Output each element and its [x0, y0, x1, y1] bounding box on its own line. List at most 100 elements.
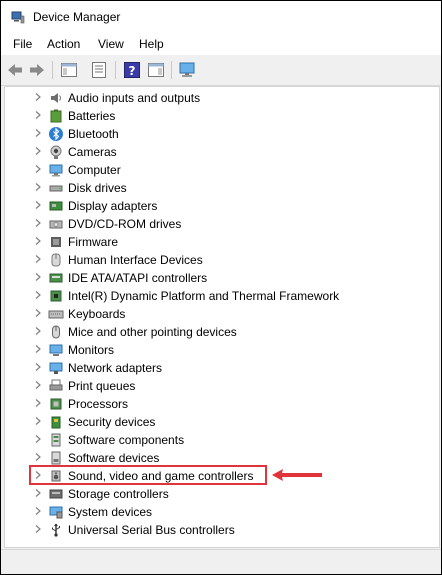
tree-item[interactable]: Processors [5, 395, 435, 413]
chevron-right-icon[interactable] [32, 522, 44, 536]
tree-item[interactable]: Keyboards [5, 305, 435, 323]
tree-item[interactable]: Computer [5, 161, 435, 179]
network-adapter-icon [49, 362, 63, 374]
toolbar-separator [115, 61, 116, 79]
firmware-icon [51, 237, 61, 247]
mouse-icon [52, 325, 60, 339]
device-manager-icon [11, 11, 25, 24]
tree-item[interactable]: Mice and other pointing devices [5, 323, 435, 341]
chevron-right-icon[interactable] [32, 90, 44, 104]
tree-item[interactable]: Human Interface Devices [5, 251, 435, 269]
chevron-right-icon[interactable] [32, 234, 44, 248]
thermal-framework-icon [50, 290, 62, 302]
speaker-icon [51, 93, 61, 103]
device-tree[interactable]: Universal Serial Bus controllers System d… [4, 86, 440, 548]
dvd-drive-icon [49, 220, 63, 229]
tree-item[interactable]: System devices [5, 503, 435, 521]
annotation-arrow-icon [272, 469, 322, 481]
menu-action[interactable]: Action [45, 37, 82, 51]
tree-item[interactable]: Software components [5, 431, 435, 449]
tree-item-label: Display adapters [68, 199, 158, 213]
tree-item[interactable]: Disk drives [5, 179, 435, 197]
back-icon[interactable] [5, 60, 25, 80]
chevron-right-icon[interactable] [32, 396, 44, 410]
forward-icon[interactable] [27, 60, 47, 80]
tree-item[interactable]: IDE ATA/ATAPI controllers [5, 269, 435, 287]
toolbar-separator [171, 61, 172, 79]
computer-icon [49, 164, 63, 177]
tree-item-label: System devices [68, 505, 153, 519]
chevron-right-icon[interactable] [32, 486, 44, 500]
chevron-right-icon[interactable] [32, 342, 44, 356]
svg-text:?: ? [129, 64, 136, 78]
tree-item-label: Disk drives [68, 181, 127, 195]
chevron-right-icon[interactable] [32, 198, 44, 212]
tree-item[interactable]: Network adapters [5, 359, 435, 377]
processor-icon [50, 398, 62, 410]
menu-view[interactable]: View [96, 37, 126, 51]
chevron-right-icon[interactable] [32, 432, 44, 446]
chevron-right-icon[interactable] [32, 144, 44, 158]
action-pane-icon[interactable] [146, 60, 166, 80]
ide-controller-icon [49, 273, 63, 283]
chevron-right-icon[interactable] [32, 324, 44, 338]
tree-item[interactable]: Audio inputs and outputs [5, 89, 435, 107]
printer-icon [49, 379, 63, 391]
chevron-right-icon[interactable] [32, 450, 44, 464]
tree-item-label: DVD/CD-ROM drives [68, 217, 182, 231]
tree-item-label: Monitors [68, 343, 115, 357]
tree-item[interactable]: Bluetooth [5, 125, 435, 143]
chevron-right-icon[interactable] [32, 252, 44, 266]
display-adapter-icon [49, 201, 63, 211]
tree-item-label: Processors [68, 397, 129, 411]
tree-item-label: Cameras [68, 145, 117, 159]
chevron-right-icon[interactable] [32, 126, 44, 140]
tree-item-label: Software devices [68, 451, 160, 465]
properties-icon[interactable] [89, 60, 109, 80]
chevron-right-icon[interactable] [32, 288, 44, 302]
show-hide-console-tree-icon[interactable] [59, 60, 79, 80]
hid-icon [51, 253, 61, 267]
tree-item[interactable]: Display adapters [5, 197, 435, 215]
chevron-right-icon[interactable] [32, 216, 44, 230]
chevron-right-icon[interactable] [32, 270, 44, 284]
tree-item-label: Mice and other pointing devices [68, 325, 237, 339]
menu-file[interactable]: File [11, 37, 34, 51]
chevron-right-icon[interactable] [32, 306, 44, 320]
tree-item[interactable]: Monitors [5, 341, 435, 359]
title-bar: Device Manager [1, 1, 441, 33]
help-icon[interactable]: ? [122, 60, 142, 80]
tree-item[interactable]: Intel(R) Dynamic Platform and Thermal Fr… [5, 287, 435, 305]
tree-item[interactable]: DVD/CD-ROM drives [5, 215, 435, 233]
tree-item[interactable]: Universal Serial Bus controllers [5, 521, 435, 539]
software-component-icon [51, 433, 61, 447]
highlight-box [29, 465, 267, 485]
chevron-right-icon[interactable] [32, 108, 44, 122]
toolbar: ? [1, 55, 441, 86]
tree-item-label: Security devices [68, 415, 156, 429]
tree-item[interactable]: Batteries [5, 107, 435, 125]
tree-item[interactable]: Print queues [5, 377, 435, 395]
chevron-right-icon[interactable] [32, 378, 44, 392]
chevron-right-icon[interactable] [32, 162, 44, 176]
tree-item-label: Batteries [68, 109, 116, 123]
tree-item[interactable]: Firmware [5, 233, 435, 251]
tree-item-label: Firmware [68, 235, 118, 249]
security-device-icon [51, 416, 61, 429]
monitor-icon [49, 344, 63, 356]
menu-help[interactable]: Help [137, 37, 166, 51]
tree-item-label: Bluetooth [68, 127, 119, 141]
battery-icon [50, 109, 62, 123]
device-manager-window: Device Manager File Action View Help ? U… [1, 1, 441, 574]
system-device-icon [49, 506, 63, 519]
scan-hardware-icon[interactable] [177, 60, 197, 80]
chevron-right-icon[interactable] [32, 180, 44, 194]
menu-bar: File Action View Help [1, 33, 441, 55]
chevron-right-icon[interactable] [32, 414, 44, 428]
tree-item[interactable]: Storage controllers [5, 485, 435, 503]
status-bar [1, 549, 441, 574]
tree-item[interactable]: Cameras [5, 143, 435, 161]
chevron-right-icon[interactable] [32, 360, 44, 374]
chevron-right-icon[interactable] [32, 504, 44, 518]
tree-item[interactable]: Security devices [5, 413, 435, 431]
